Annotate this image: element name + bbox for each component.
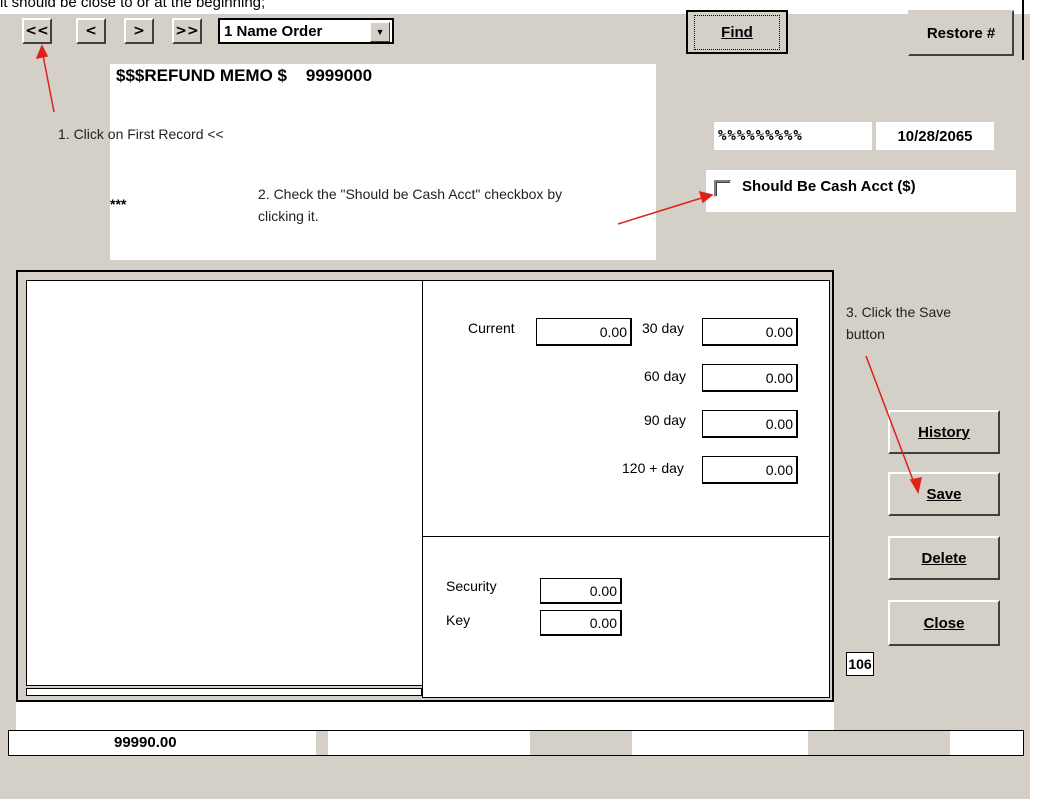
30-day-label: 30 day <box>642 320 685 336</box>
90-day-label: 90 day <box>644 412 687 428</box>
window-border <box>1022 0 1024 60</box>
top-caption: it should be close to or at the beginnin… <box>0 0 266 11</box>
annotation-step-3-line1: 3. Click the Save <box>846 304 952 320</box>
first-record-button[interactable]: << <box>22 18 52 44</box>
60-day-label: 60 day <box>644 368 687 384</box>
close-label: Close <box>923 614 965 632</box>
next-record-label: > <box>133 23 145 39</box>
date-field[interactable]: 10/28/2065 <box>876 122 994 150</box>
notes-scrollbar[interactable] <box>26 688 422 696</box>
notes-area[interactable] <box>26 280 424 686</box>
record-count: 106 <box>846 652 874 676</box>
find-label: Find <box>721 23 753 41</box>
memo-title-prefix: $$$REFUND MEMO $ <box>116 66 287 85</box>
previous-record-button[interactable]: < <box>76 18 106 44</box>
save-label: Save <box>926 485 962 503</box>
order-select[interactable]: 1 Name Order ▼ <box>218 18 394 44</box>
current-field[interactable]: 0.00 <box>536 318 632 346</box>
60-day-field[interactable]: 0.00 <box>702 364 798 392</box>
delete-label: Delete <box>921 549 967 567</box>
120-day-label: 120 + day <box>622 460 684 476</box>
desktop-background <box>1030 0 1062 799</box>
last-record-label: >> <box>175 23 199 39</box>
annotation-step-2-line1: 2. Check the "Should be Cash Acct" check… <box>258 186 563 202</box>
90-day-field[interactable]: 0.00 <box>702 410 798 438</box>
should-be-cash-acct-label[interactable]: Should Be Cash Acct ($) <box>742 178 916 195</box>
restore-number-button[interactable]: Restore # <box>908 10 1014 56</box>
next-record-button[interactable]: > <box>124 18 154 44</box>
deposits-panel <box>422 536 830 698</box>
current-label: Current <box>468 320 515 336</box>
30-day-field[interactable]: 0.00 <box>702 318 798 346</box>
annotation-step-2-line2: clicking it. <box>258 208 319 224</box>
panel-footer-strip <box>16 702 834 730</box>
memo-title: $$$REFUND MEMO $ 9999000 <box>116 66 372 86</box>
security-label: Security <box>446 578 497 594</box>
120-day-field[interactable]: 0.00 <box>702 456 798 484</box>
find-button[interactable]: Find <box>686 10 788 54</box>
annotation-step-1: 1. Click on First Record << <box>58 126 224 142</box>
annotation-step-3-line2: button <box>846 326 885 342</box>
status-separator <box>808 731 950 755</box>
history-button[interactable]: History <box>888 410 1000 454</box>
status-separator <box>530 731 632 755</box>
delete-button[interactable]: Delete <box>888 536 1000 580</box>
history-label: History <box>918 423 970 441</box>
key-label: Key <box>446 612 471 628</box>
percent-field[interactable]: %%%%%%%%% <box>714 122 872 150</box>
status-separator <box>316 731 328 755</box>
should-be-cash-acct-checkbox[interactable] <box>714 180 731 197</box>
previous-record-label: < <box>85 23 97 39</box>
close-button[interactable]: Close <box>888 600 1000 646</box>
memo-title-value: 9999000 <box>305 66 373 85</box>
restore-label: Restore # <box>926 24 996 42</box>
save-button[interactable]: Save <box>888 472 1000 516</box>
status-balance: 99990.00 <box>114 734 177 751</box>
order-select-value: 1 Name Order <box>224 22 323 40</box>
memo-stars: *** <box>110 196 127 212</box>
key-field[interactable]: 0.00 <box>540 610 622 636</box>
dropdown-arrow-icon[interactable]: ▼ <box>370 22 390 42</box>
last-record-button[interactable]: >> <box>172 18 202 44</box>
memo-panel <box>110 64 656 260</box>
security-field[interactable]: 0.00 <box>540 578 622 604</box>
first-record-label: << <box>25 23 49 39</box>
